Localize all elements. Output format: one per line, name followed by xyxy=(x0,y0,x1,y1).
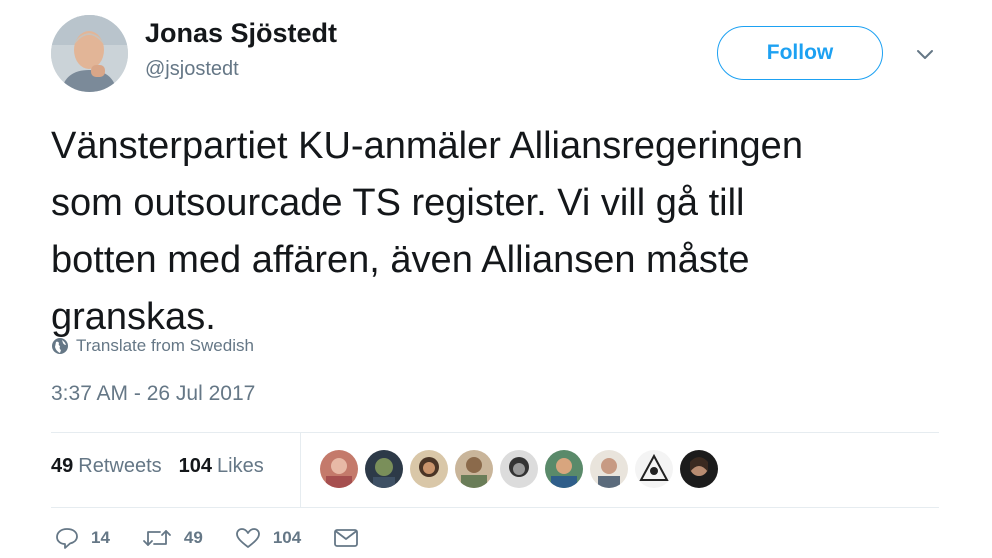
divider xyxy=(51,432,939,433)
liker-avatar[interactable] xyxy=(455,450,493,488)
liker-avatar[interactable] xyxy=(635,450,673,488)
liker-avatar[interactable] xyxy=(410,450,448,488)
liker-avatar[interactable] xyxy=(500,450,538,488)
reply-button[interactable]: 14 xyxy=(55,527,110,549)
author-avatar[interactable] xyxy=(51,15,128,92)
liker-avatar[interactable] xyxy=(320,450,358,488)
liker-avatar[interactable] xyxy=(680,450,718,488)
profile-photo-avatar xyxy=(51,15,128,92)
tweet-actions: 14 49 104 xyxy=(55,527,403,549)
translate-label: Translate from Swedish xyxy=(76,336,254,355)
envelope-icon xyxy=(334,529,359,547)
liker-avatar[interactable] xyxy=(590,450,628,488)
chevron-down-icon xyxy=(917,50,933,59)
likes-count: 104 xyxy=(178,455,212,477)
tweet-text-line: som outsourcade TS register. Vi vill gå … xyxy=(51,182,745,224)
retweets-stat[interactable]: 49 Retweets xyxy=(51,455,162,478)
author-handle[interactable]: @jsjostedt xyxy=(145,58,239,81)
likes-label: Likes xyxy=(217,455,264,477)
liker-avatars xyxy=(320,450,725,488)
globe-icon xyxy=(52,338,68,354)
retweet-count: 49 xyxy=(183,528,203,547)
direct-message-button[interactable] xyxy=(333,527,371,549)
reply-count: 14 xyxy=(91,528,110,547)
more-options-button[interactable] xyxy=(912,42,938,68)
author-name[interactable]: Jonas Sjöstedt xyxy=(145,18,337,49)
retweets-label: Retweets xyxy=(78,455,162,477)
retweet-icon xyxy=(143,530,171,546)
liker-avatar[interactable] xyxy=(545,450,583,488)
tweet-text-line: Vänsterpartiet KU-anmäler Alliansregerin… xyxy=(51,125,803,167)
like-count: 104 xyxy=(272,528,302,547)
tweet-text: Vänsterpartiet KU-anmäler Alliansregerin… xyxy=(51,118,951,346)
retweet-button[interactable]: 49 xyxy=(142,527,203,549)
follow-button[interactable]: Follow xyxy=(717,26,883,80)
tweet-text-line: botten med affären, även Alliansen måste xyxy=(51,239,750,281)
heart-icon xyxy=(235,528,260,548)
divider xyxy=(51,507,939,508)
likes-stat[interactable]: 104 Likes xyxy=(179,455,264,478)
translate-link[interactable]: Translate from Swedish xyxy=(51,336,254,356)
tweet-stats: 49 Retweets 104 Likes xyxy=(51,455,281,478)
tweet-timestamp[interactable]: 3:37 AM - 26 Jul 2017 xyxy=(51,382,255,406)
retweets-count: 49 xyxy=(51,455,74,477)
stats-divider xyxy=(300,433,301,507)
liker-avatar[interactable] xyxy=(365,450,403,488)
like-button[interactable]: 104 xyxy=(235,527,301,549)
reply-icon xyxy=(56,528,78,549)
